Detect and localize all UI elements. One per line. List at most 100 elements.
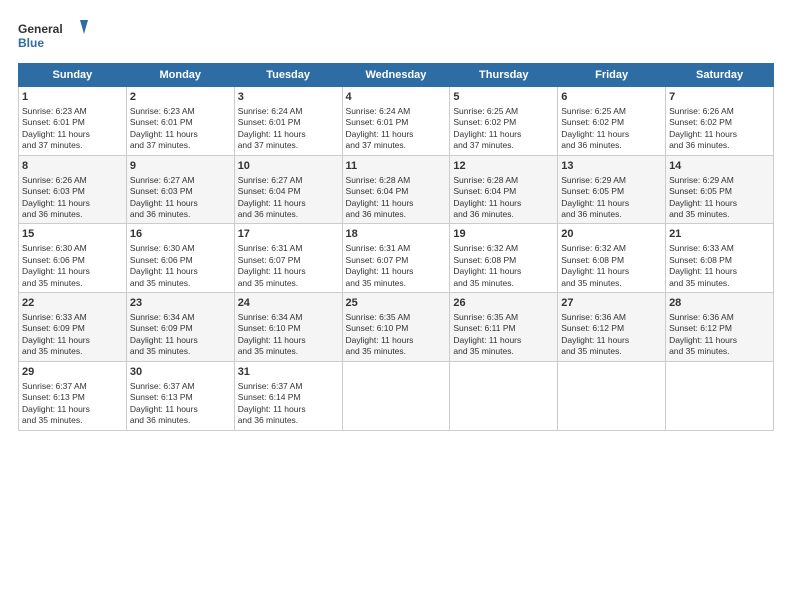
day-info-line: Sunrise: 6:31 AM [238,243,339,254]
day-number: 14 [669,159,770,174]
day-number: 27 [561,296,662,311]
calendar-cell: 31Sunrise: 6:37 AMSunset: 6:14 PMDayligh… [234,361,342,430]
day-info-line: Daylight: 11 hours [130,198,231,209]
calendar-cell [666,361,774,430]
day-info-line: Sunrise: 6:23 AM [22,106,123,117]
calendar-cell: 20Sunrise: 6:32 AMSunset: 6:08 PMDayligh… [558,224,666,293]
day-info-line: and 35 minutes. [561,346,662,357]
day-info-line: Sunset: 6:06 PM [22,255,123,266]
day-info-line: Sunset: 6:08 PM [561,255,662,266]
day-number: 3 [238,90,339,105]
day-info-line: Daylight: 11 hours [561,266,662,277]
day-info-line: and 36 minutes. [669,140,770,151]
day-info-line: Sunrise: 6:26 AM [22,175,123,186]
day-info-line: Daylight: 11 hours [346,198,447,209]
day-number: 23 [130,296,231,311]
day-number: 13 [561,159,662,174]
day-info-line: Sunset: 6:02 PM [453,117,554,128]
day-info-line: and 35 minutes. [22,278,123,289]
day-info-line: Sunrise: 6:30 AM [130,243,231,254]
day-number: 12 [453,159,554,174]
day-info-line: Sunset: 6:01 PM [346,117,447,128]
day-info-line: Sunset: 6:09 PM [22,323,123,334]
logo: General Blue [18,18,93,53]
day-number: 31 [238,365,339,380]
day-info-line: Daylight: 11 hours [453,335,554,346]
day-info-line: and 35 minutes. [346,346,447,357]
week-row-4: 22Sunrise: 6:33 AMSunset: 6:09 PMDayligh… [19,293,774,362]
column-header-friday: Friday [558,64,666,87]
day-info-line: Sunset: 6:03 PM [22,186,123,197]
day-info-line: Sunset: 6:07 PM [346,255,447,266]
calendar-cell: 2Sunrise: 6:23 AMSunset: 6:01 PMDaylight… [126,87,234,156]
day-info-line: and 35 minutes. [130,346,231,357]
day-info-line: Sunrise: 6:26 AM [669,106,770,117]
day-info-line: Daylight: 11 hours [561,198,662,209]
week-row-5: 29Sunrise: 6:37 AMSunset: 6:13 PMDayligh… [19,361,774,430]
day-info-line: Sunset: 6:07 PM [238,255,339,266]
calendar-cell: 26Sunrise: 6:35 AMSunset: 6:11 PMDayligh… [450,293,558,362]
day-number: 25 [346,296,447,311]
day-info-line: Sunrise: 6:31 AM [346,243,447,254]
day-number: 16 [130,227,231,242]
day-info-line: Sunset: 6:08 PM [669,255,770,266]
column-header-saturday: Saturday [666,64,774,87]
calendar-cell: 4Sunrise: 6:24 AMSunset: 6:01 PMDaylight… [342,87,450,156]
day-number: 20 [561,227,662,242]
calendar-cell: 14Sunrise: 6:29 AMSunset: 6:05 PMDayligh… [666,155,774,224]
day-number: 15 [22,227,123,242]
day-number: 7 [669,90,770,105]
day-info-line: Sunset: 6:04 PM [453,186,554,197]
calendar-cell: 10Sunrise: 6:27 AMSunset: 6:04 PMDayligh… [234,155,342,224]
day-info-line: and 36 minutes. [346,209,447,220]
calendar-cell: 25Sunrise: 6:35 AMSunset: 6:10 PMDayligh… [342,293,450,362]
day-info-line: Sunrise: 6:24 AM [238,106,339,117]
column-header-wednesday: Wednesday [342,64,450,87]
calendar-table: SundayMondayTuesdayWednesdayThursdayFrid… [18,63,774,431]
day-info-line: Sunrise: 6:33 AM [669,243,770,254]
page: General Blue SundayMondayTuesdayWednesda… [0,0,792,612]
day-info-line: Daylight: 11 hours [669,198,770,209]
day-info-line: Sunrise: 6:27 AM [130,175,231,186]
day-number: 17 [238,227,339,242]
day-info-line: Daylight: 11 hours [22,266,123,277]
day-info-line: Sunrise: 6:25 AM [453,106,554,117]
day-info-line: Sunset: 6:05 PM [669,186,770,197]
day-info-line: and 35 minutes. [238,278,339,289]
day-info-line: Sunset: 6:01 PM [130,117,231,128]
column-header-thursday: Thursday [450,64,558,87]
day-info-line: Daylight: 11 hours [22,198,123,209]
day-info-line: Sunrise: 6:37 AM [130,381,231,392]
day-info-line: Sunset: 6:04 PM [346,186,447,197]
day-info-line: and 35 minutes. [669,209,770,220]
day-info-line: and 36 minutes. [130,209,231,220]
header-row: SundayMondayTuesdayWednesdayThursdayFrid… [19,64,774,87]
day-info-line: and 35 minutes. [130,278,231,289]
day-info-line: Daylight: 11 hours [669,266,770,277]
day-info-line: and 37 minutes. [346,140,447,151]
day-number: 8 [22,159,123,174]
day-info-line: Daylight: 11 hours [561,129,662,140]
day-info-line: Sunrise: 6:34 AM [238,312,339,323]
day-info-line: Daylight: 11 hours [346,266,447,277]
day-info-line: and 35 minutes. [453,278,554,289]
day-info-line: Sunrise: 6:29 AM [669,175,770,186]
calendar-cell: 19Sunrise: 6:32 AMSunset: 6:08 PMDayligh… [450,224,558,293]
logo-icon: General Blue [18,18,93,53]
week-row-1: 1Sunrise: 6:23 AMSunset: 6:01 PMDaylight… [19,87,774,156]
calendar-cell [450,361,558,430]
day-info-line: and 36 minutes. [130,415,231,426]
day-info-line: Sunset: 6:01 PM [22,117,123,128]
calendar-cell: 18Sunrise: 6:31 AMSunset: 6:07 PMDayligh… [342,224,450,293]
calendar-cell: 29Sunrise: 6:37 AMSunset: 6:13 PMDayligh… [19,361,127,430]
day-info-line: and 37 minutes. [22,140,123,151]
day-number: 9 [130,159,231,174]
day-info-line: Daylight: 11 hours [561,335,662,346]
day-info-line: Daylight: 11 hours [22,129,123,140]
day-info-line: Sunset: 6:05 PM [561,186,662,197]
day-info-line: Daylight: 11 hours [346,129,447,140]
header: General Blue [18,18,774,53]
day-info-line: and 36 minutes. [22,209,123,220]
day-number: 22 [22,296,123,311]
day-info-line: Daylight: 11 hours [130,335,231,346]
